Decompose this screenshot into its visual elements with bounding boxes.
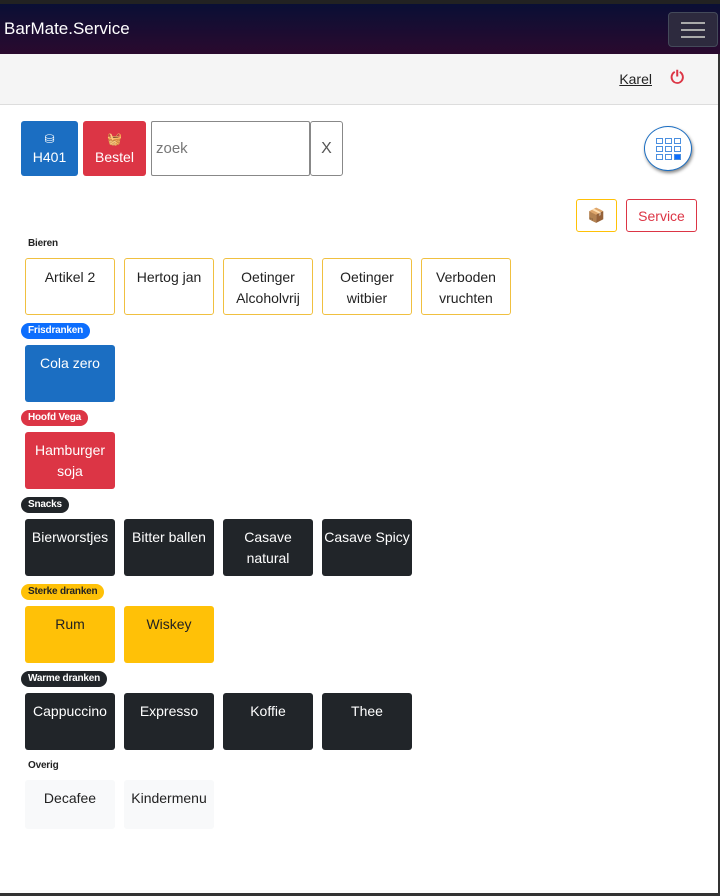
box-icon-button[interactable]: 📦: [576, 199, 617, 232]
group-label: Overig: [21, 758, 66, 774]
product-tile[interactable]: Casave Spicy: [322, 519, 412, 576]
product-tile[interactable]: Artikel 2: [25, 258, 115, 315]
power-icon[interactable]: ⏻: [671, 68, 684, 88]
app-title[interactable]: BarMate.Service: [4, 19, 130, 39]
basket-icon: 🧺: [107, 132, 122, 146]
group-6: Overig Decafee Kindermenu: [21, 755, 511, 842]
tiles-row: Hamburger soja: [25, 432, 511, 489]
user-link[interactable]: Karel: [619, 71, 652, 87]
product-tile[interactable]: Bitter ballen: [124, 519, 214, 576]
group-label: Sterke dranken: [21, 584, 105, 600]
hamburger-icon: [681, 21, 705, 24]
keypad-icon[interactable]: [644, 126, 692, 171]
group-3: Snacks Bierworstjes Bitter ballen Casave na…: [21, 494, 511, 581]
product-tile[interactable]: Rum: [25, 606, 115, 663]
order-button[interactable]: 🧺 Bestel: [83, 121, 146, 176]
navbar: BarMate.Service: [0, 4, 720, 54]
tiles-row: Cappuccino Expresso Koffie Thee: [25, 693, 511, 750]
product-tile[interactable]: Cola zero: [25, 345, 115, 402]
order-label: Bestel: [95, 149, 134, 165]
product-tile[interactable]: Decafee: [25, 780, 115, 829]
product-tile[interactable]: Bierworstjes: [25, 519, 115, 576]
table-label: H401: [32, 149, 67, 165]
table-button[interactable]: ⛁ H401: [21, 121, 78, 176]
group-4: Sterke dranken Rum Wiskey: [21, 581, 511, 668]
product-tile[interactable]: Hertog jan: [124, 258, 214, 315]
product-tile[interactable]: Expresso: [124, 693, 214, 750]
product-tile[interactable]: Cappuccino: [25, 693, 115, 750]
product-tile[interactable]: Oetinger Alcoholvrij: [223, 258, 313, 315]
product-tile[interactable]: Hamburger soja: [25, 432, 115, 489]
group-0: Bieren Artikel 2 Hertog jan Oetinger Alcoho…: [21, 233, 511, 320]
menu-toggle-button[interactable]: [668, 12, 718, 47]
product-tile[interactable]: Casave natural: [223, 519, 313, 576]
group-5: Warme dranken Cappuccino Expresso Koffie The…: [21, 668, 511, 755]
product-tile[interactable]: Kindermenu: [124, 780, 214, 829]
service-button[interactable]: Service: [626, 199, 697, 232]
tiles-row: Cola zero: [25, 345, 511, 402]
product-tile[interactable]: Koffie: [223, 693, 313, 750]
group-label: Snacks: [21, 497, 69, 513]
product-tile[interactable]: Wiskey: [124, 606, 214, 663]
tiles-row: Decafee Kindermenu: [25, 780, 511, 829]
search-input[interactable]: [151, 121, 310, 176]
clear-search-button[interactable]: X: [310, 121, 343, 176]
hamburger-icon-line: [681, 35, 705, 38]
group-label: Hoofd Vega: [21, 410, 89, 426]
tiles-row: Artikel 2 Hertog jan Oetinger Alcoholvrij O…: [25, 258, 511, 315]
coins-icon: ⛁: [44, 132, 55, 146]
user-bar: Karel ⏻: [0, 54, 720, 105]
product-groups: Bieren Artikel 2 Hertog jan Oetinger Alcoho…: [21, 233, 511, 842]
group-label: Frisdranken: [21, 323, 91, 339]
product-tile[interactable]: Thee: [322, 693, 412, 750]
tiles-row: Rum Wiskey: [25, 606, 511, 663]
hamburger-icon-line: [681, 28, 705, 31]
product-tile[interactable]: Oetinger witbier: [322, 258, 412, 315]
group-label: Warme dranken: [21, 671, 108, 687]
product-tile[interactable]: Verboden vruchten: [421, 258, 511, 315]
group-label: Bieren: [21, 236, 65, 252]
group-1: Frisdranken Cola zero: [21, 320, 511, 407]
group-2: Hoofd Vega Hamburger soja: [21, 407, 511, 494]
tiles-row: Bierworstjes Bitter ballen Casave natural C…: [25, 519, 511, 576]
